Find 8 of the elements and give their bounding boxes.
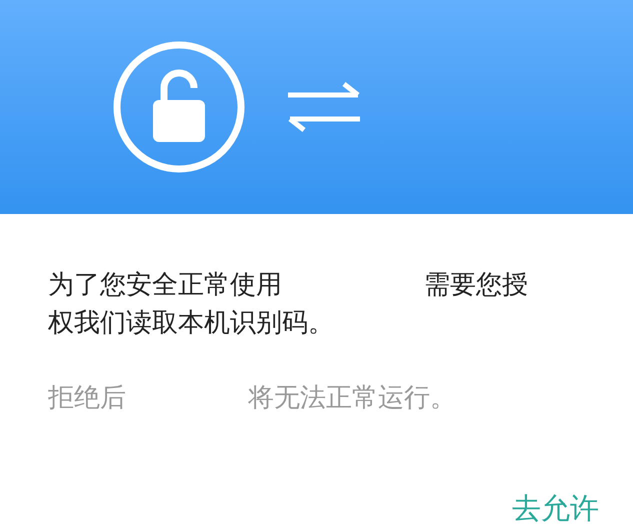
message-text: 为了您安全正常使用 (48, 269, 282, 302)
allow-button[interactable]: 去允许 (508, 489, 603, 527)
unlock-icon (112, 40, 246, 174)
message-text: 需要您授 (424, 269, 528, 302)
note-text: 将无法正常运行。 (248, 382, 456, 415)
message-text: 权我们读取本机识别码。 (48, 307, 334, 340)
swap-arrows-icon (286, 82, 362, 132)
note-text: 拒绝后 (48, 382, 126, 415)
